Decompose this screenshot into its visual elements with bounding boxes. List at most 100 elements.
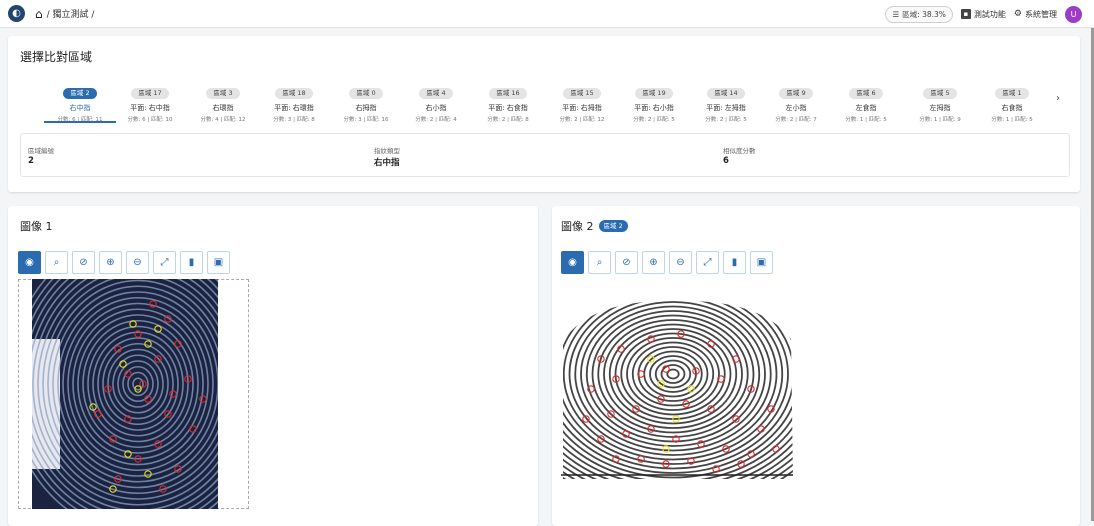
region-score: 分數: 6 | 匹配: 10 <box>127 117 173 123</box>
eye-icon: ◉ <box>568 257 577 268</box>
fit-screen-icon: ⤢ <box>160 257 169 268</box>
region-info-box: 區域編號 2 指紋類型 右中指 相似度分數 6 <box>20 133 1070 177</box>
region-progress-chip[interactable]: ☰ 區域: 38.3% <box>885 5 953 23</box>
image2-title-text: 圖像 2 <box>561 220 594 233</box>
region-score: 分數: 1 | 匹配: 9 <box>919 117 961 123</box>
region-badge: 區域 2 <box>63 88 97 99</box>
region-tab[interactable]: 區域 16 平面: 右食指 分數: 2 | 匹配: 8 <box>472 80 544 123</box>
region-tab[interactable]: 區域 1 右食指 分數: 1 | 匹配: 5 <box>976 80 1048 123</box>
region-score: 分數: 4 | 匹配: 12 <box>200 117 246 123</box>
region-tab[interactable]: 區域 17 平面: 右中指 分數: 6 | 匹配: 10 <box>114 80 186 123</box>
chevron-right-icon[interactable]: › <box>1056 93 1060 104</box>
image1-frame <box>18 279 249 509</box>
delete-button[interactable]: ▮ <box>723 251 746 274</box>
region-badge: 區域 3 <box>206 88 240 99</box>
region-finger-name: 左拇指 <box>929 104 951 112</box>
region-tab[interactable]: 區域 0 右拇指分數: 3 | 匹配: 16 <box>330 80 402 123</box>
search-reset-button[interactable]: ⌕ <box>588 251 611 274</box>
region-finger-name: 平面: 右小指 <box>634 104 674 112</box>
fingerprint-image-1[interactable] <box>18 279 249 509</box>
region-finger-name: 右食指 <box>1001 104 1023 112</box>
region-badge: 區域 18 <box>275 88 313 99</box>
search-reset-button[interactable]: ⌕ <box>45 251 68 274</box>
zoom-in-button[interactable]: ⊕ <box>642 251 665 274</box>
region-score: 分數: 3 | 匹配: 8 <box>273 117 315 123</box>
region-tab[interactable]: 區域 15 平面: 右拇指 分數: 2 | 匹配: 12 <box>546 80 618 123</box>
zoom-in-icon: ⊕ <box>106 257 115 268</box>
region-score: 分數: 2 | 匹配: 8 <box>487 117 529 123</box>
region-progress-text: 區域: 38.3% <box>902 9 946 19</box>
region-score: 分數: 2 | 匹配: 5 <box>705 117 747 123</box>
region-score: 分數: 2 | 匹配: 4 <box>415 117 457 123</box>
image2-title: 圖像 2 區域 2 <box>561 218 628 234</box>
region-finger-name: 平面: 右環指 <box>274 104 314 112</box>
region-finger-name: 右小指 <box>425 104 447 112</box>
fit-screen-button[interactable]: ⤢ <box>696 251 719 274</box>
app-logo[interactable]: ◐ <box>8 5 25 22</box>
region-tab[interactable]: 區域 18 平面: 右環指 分數: 3 | 匹配: 8 <box>258 80 330 123</box>
region-tab[interactable]: 區域 6 左食指 分數: 1 | 匹配: 5 <box>830 80 902 123</box>
test-function-icon: ▪ <box>960 9 971 19</box>
eye-icon: ◉ <box>25 257 34 268</box>
region-finger-name: 右中指 <box>69 104 91 112</box>
zoom-in-button[interactable]: ⊕ <box>99 251 122 274</box>
region-score: 分數: 2 | 匹配: 5 <box>633 117 675 123</box>
image1-toolbar: ◉ ⌕ ⊘ ⊕ ⊖ ⤢ ▮ ▣ <box>18 251 230 274</box>
test-function-button[interactable]: ▪ 測試功能 <box>960 9 1006 20</box>
system-admin-label: 系統管理 <box>1025 9 1057 19</box>
region-number-value: 2 <box>28 156 34 166</box>
region-score: 分數: 2 | 匹配: 12 <box>559 117 605 123</box>
region-finger-name: 平面: 右中指 <box>130 104 170 112</box>
eye-button[interactable]: ◉ <box>18 251 41 274</box>
region-tab[interactable]: 區域 19 平面: 右小指 分數: 2 | 匹配: 5 <box>618 80 690 123</box>
hide-button[interactable]: ⊘ <box>615 251 638 274</box>
search-reset-icon: ⌕ <box>596 257 603 268</box>
region-finger-name: 右拇指 <box>355 104 377 112</box>
hide-button[interactable]: ⊘ <box>72 251 95 274</box>
compare-title: 選擇比對區域 <box>20 50 93 64</box>
region-tab[interactable]: 區域 4 右小指分數: 2 | 匹配: 4 <box>400 80 472 123</box>
region-finger-name: 平面: 右拇指 <box>562 104 602 112</box>
region-badge: 區域 6 <box>849 88 883 99</box>
system-admin-button[interactable]: ⚙ 系統管理 <box>1014 9 1057 20</box>
region-finger-name: 平面: 右食指 <box>488 104 528 112</box>
region-badge: 區域 14 <box>707 88 745 99</box>
zoom-out-icon: ⊖ <box>676 257 685 268</box>
user-gear-icon: ⚙ <box>1013 9 1022 19</box>
eye-button[interactable]: ◉ <box>561 251 584 274</box>
save-button[interactable]: ▣ <box>207 251 230 274</box>
region-badge: 區域 5 <box>923 88 957 99</box>
region-tab[interactable]: 區域 5 左拇指分數: 1 | 匹配: 9 <box>904 80 976 123</box>
save-icon: ▣ <box>756 257 767 268</box>
avatar[interactable]: U <box>1065 5 1082 23</box>
finger-type-label: 指紋類型 <box>374 147 400 155</box>
region-number-label: 區域編號 <box>28 147 54 155</box>
fit-screen-button[interactable]: ⤢ <box>153 251 176 274</box>
active-tab-indicator <box>44 121 116 123</box>
top-bar: ◐ ⌂ / 獨立測試 / ☰ 區域: 38.3% ▪ 測試功能 ⚙ 系統管理 U <box>0 0 1094 28</box>
region-tab[interactable]: 區域 14 平面: 左拇指 分數: 2 | 匹配: 5 <box>690 80 762 123</box>
region-badge: 區域 1 <box>995 88 1029 99</box>
region-score: 分數: 3 | 匹配: 16 <box>343 117 389 123</box>
region-badge: 區域 0 <box>349 88 383 99</box>
list-icon: ☰ <box>892 9 900 19</box>
region-tab[interactable]: 區域 9 左小指 分數: 2 | 匹配: 7 <box>760 80 832 123</box>
save-button[interactable]: ▣ <box>750 251 773 274</box>
zoom-out-button[interactable]: ⊖ <box>126 251 149 274</box>
region-badge: 區域 15 <box>563 88 601 99</box>
region-tab[interactable]: 區域 2 右中指 分數: 6 | 匹配: 11 <box>44 80 116 123</box>
delete-button[interactable]: ▮ <box>180 251 203 274</box>
zoom-in-icon: ⊕ <box>649 257 658 268</box>
fit-screen-icon: ⤢ <box>703 257 712 268</box>
breadcrumb: / 獨立測試 / <box>46 10 95 20</box>
image2-region-tag: 區域 2 <box>598 220 628 232</box>
region-badge: 區域 4 <box>419 88 453 99</box>
similarity-label: 相似度分數 <box>723 147 756 155</box>
home-icon[interactable]: ⌂ <box>35 7 43 21</box>
region-finger-name: 右環指 <box>212 104 234 112</box>
region-tab[interactable]: 區域 3 右環指分數: 4 | 匹配: 12 <box>187 80 259 123</box>
fingerprint-image-2[interactable] <box>561 279 793 509</box>
zoom-out-button[interactable]: ⊖ <box>669 251 692 274</box>
image1-title: 圖像 1 <box>20 218 53 234</box>
save-icon: ▣ <box>213 257 224 268</box>
